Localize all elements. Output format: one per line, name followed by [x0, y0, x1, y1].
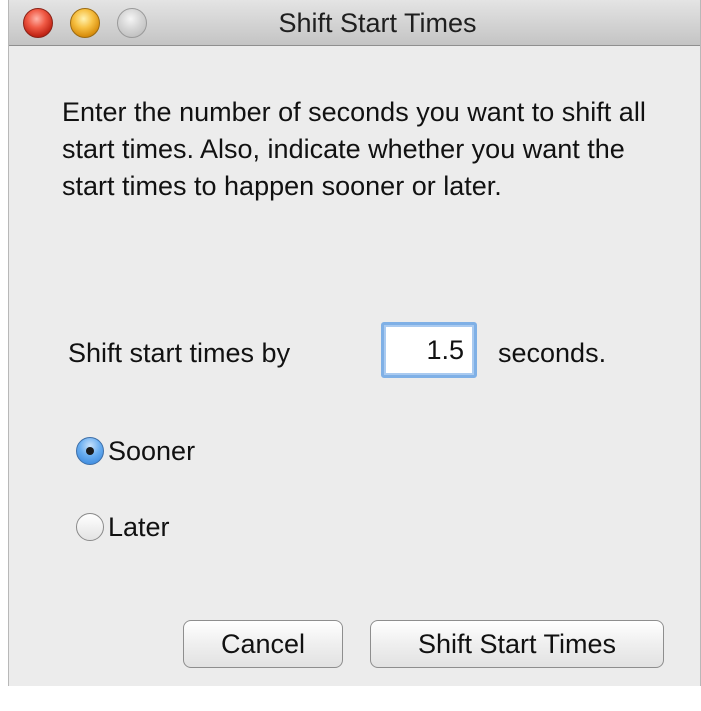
radio-button-checked[interactable]	[76, 437, 104, 465]
cancel-button[interactable]: Cancel	[183, 620, 343, 668]
window-title: Shift Start Times	[278, 8, 477, 38]
shift-seconds-input[interactable]	[381, 322, 477, 378]
seconds-label: seconds.	[498, 338, 607, 368]
radio-label-later[interactable]: Later	[108, 512, 170, 543]
radio-label-sooner[interactable]: Sooner	[108, 436, 195, 467]
instructions-text: Enter the number of seconds you want to …	[62, 97, 646, 201]
shift-row: Shift start times by seconds.	[9, 322, 700, 386]
shift-label: Shift start times by	[68, 338, 291, 368]
dialog-window: Shift Start Times Enter the number of se…	[8, 0, 701, 686]
title-bar[interactable]: Shift Start Times	[9, 0, 700, 46]
radio-option-sooner[interactable]: Sooner	[76, 433, 195, 469]
radio-option-later[interactable]: Later	[76, 509, 170, 545]
radio-button-unchecked[interactable]	[76, 513, 104, 541]
shift-start-times-button[interactable]: Shift Start Times	[370, 620, 664, 668]
